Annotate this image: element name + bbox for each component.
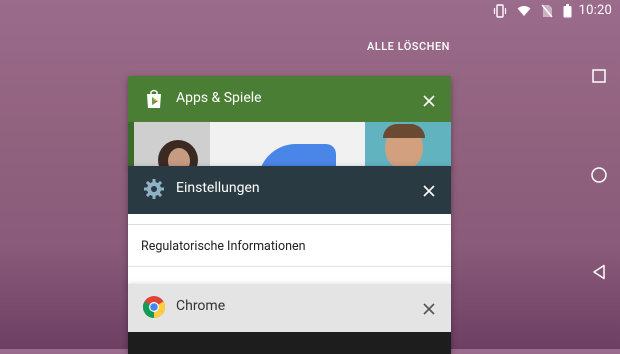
card-header[interactable]: Chrome: [128, 284, 451, 332]
settings-item-regulatory-info: Regulatorische Informationen: [141, 239, 306, 254]
divider: [128, 266, 451, 267]
card-header[interactable]: Apps & Spiele: [128, 76, 451, 122]
app-thumbnail-graphic: [210, 122, 365, 168]
no-sim-icon: [541, 4, 553, 18]
app-thumbnail: [128, 332, 451, 354]
home-button[interactable]: [588, 164, 610, 186]
play-store-icon: [142, 87, 166, 111]
overview-button[interactable]: [588, 65, 610, 87]
back-button[interactable]: [588, 261, 610, 283]
close-icon[interactable]: [423, 300, 435, 315]
chrome-icon: [142, 295, 166, 319]
status-icons: [493, 4, 572, 18]
card-header[interactable]: Einstellungen: [128, 166, 451, 214]
card-title: Einstellungen: [176, 180, 260, 196]
status-bar: 10:20: [0, 0, 620, 22]
close-icon[interactable]: [423, 92, 435, 107]
divider: [128, 224, 451, 225]
recent-app-card-chrome[interactable]: Chrome: [128, 284, 451, 354]
card-title: Apps & Spiele: [176, 90, 262, 106]
vibrate-icon: [493, 4, 507, 18]
card-title: Chrome: [176, 298, 226, 314]
settings-gear-icon: [142, 177, 166, 201]
clear-all-button[interactable]: ALLE LÖSCHEN: [367, 40, 450, 53]
navigation-bar: [576, 0, 620, 349]
recent-app-card-settings[interactable]: Einstellungen Regulatorische Information…: [128, 166, 451, 286]
recent-app-card-play-store[interactable]: Apps & Spiele: [128, 76, 451, 168]
app-thumbnail-video: [128, 122, 210, 168]
app-thumbnail-portrait: [365, 122, 451, 168]
wifi-icon: [517, 5, 531, 17]
battery-icon: [563, 4, 572, 18]
close-icon[interactable]: [423, 182, 435, 197]
